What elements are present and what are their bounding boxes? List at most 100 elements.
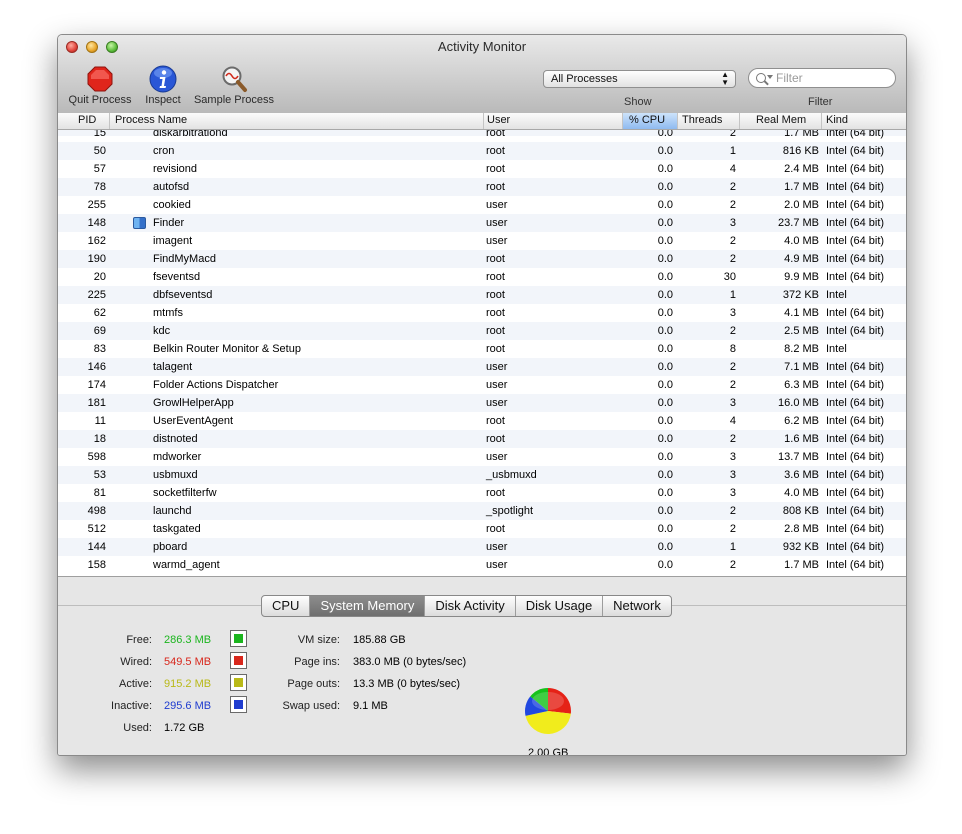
pie-gloss xyxy=(532,692,564,710)
table-row[interactable]: 498 launchd _spotlight 0.0 2 808 KB Intel (64 … xyxy=(58,502,906,520)
table-row[interactable]: 69 kdc root 0.0 2 2.5 MB Intel (64 bit) xyxy=(58,322,906,340)
pid-cell: 158 xyxy=(87,559,106,571)
process-name-cell: warmd_agent xyxy=(153,559,220,571)
threads-cell: 4 xyxy=(729,163,736,175)
page-ins-value: 383.0 MB (0 bytes/sec) xyxy=(353,656,467,668)
table-row[interactable]: 81 socketfilterfw root 0.0 3 4.0 MB Intel (64 … xyxy=(58,484,906,502)
table-row[interactable]: 255 cookied user 0.0 2 2.0 MB Intel (64 bit) xyxy=(58,196,906,214)
table-row[interactable]: 78 autofsd root 0.0 2 1.7 MB Intel (64 bit) xyxy=(58,178,906,196)
table-row[interactable]: 190 FindMyMacd root 0.0 2 4.9 MB Intel (64 bit… xyxy=(58,250,906,268)
sample-process-button[interactable]: Sample Process xyxy=(192,65,276,106)
tab-cpu[interactable]: CPU xyxy=(262,596,311,616)
column-threads[interactable]: Threads xyxy=(678,113,740,129)
column-process-name[interactable]: Process Name xyxy=(110,113,484,129)
cpu-cell: 0.0 xyxy=(657,559,673,571)
table-row[interactable]: 20 fseventsd root 0.0 30 9.9 MB Intel (64 bit) xyxy=(58,268,906,286)
kind-cell: Intel (64 bit) xyxy=(826,217,885,229)
table-row[interactable]: 174 Folder Actions Dispatcher user 0.0 2 6.3 … xyxy=(58,376,906,394)
real-mem-cell: 7.1 MB xyxy=(784,361,819,373)
inactive-color-swatch[interactable] xyxy=(230,696,247,713)
real-mem-cell: 2.0 MB xyxy=(784,199,819,211)
finder-icon xyxy=(133,217,146,229)
real-mem-cell: 2.4 MB xyxy=(784,163,819,175)
table-row[interactable]: 83 Belkin Router Monitor & Setup root 0.0 8 8… xyxy=(58,340,906,358)
table-row[interactable]: 53 usbmuxd _usbmuxd 0.0 3 3.6 MB Intel (64 bit… xyxy=(58,466,906,484)
pid-cell: 144 xyxy=(87,541,106,553)
process-name-cell: usbmuxd xyxy=(153,469,198,481)
table-row[interactable]: 181 GrowlHelperApp user 0.0 3 16.0 MB Intel (6… xyxy=(58,394,906,412)
quit-process-button[interactable]: Quit Process xyxy=(66,65,134,106)
column-cpu[interactable]: % CPU ▼ xyxy=(623,113,678,140)
real-mem-cell: 4.9 MB xyxy=(784,253,819,265)
active-color-swatch[interactable] xyxy=(230,674,247,691)
user-cell: user xyxy=(486,559,508,571)
show-label: Show xyxy=(624,96,652,108)
threads-cell: 3 xyxy=(729,469,736,481)
column-pid[interactable]: PID xyxy=(58,113,110,129)
table-row[interactable]: 512 taskgated root 0.0 2 2.8 MB Intel (64 bit) xyxy=(58,520,906,538)
column-user[interactable]: User xyxy=(484,113,623,129)
wired-color-swatch[interactable] xyxy=(230,652,247,669)
inactive-swatch-fill xyxy=(234,700,243,709)
table-row[interactable]: 225 dbfseventsd root 0.0 1 372 KB Intel xyxy=(58,286,906,304)
user-cell: user xyxy=(486,541,508,553)
table-row[interactable]: 18 distnoted root 0.0 2 1.6 MB Intel (64 bit) xyxy=(58,430,906,448)
inspect-button[interactable]: Inspect xyxy=(140,65,186,106)
threads-cell: 3 xyxy=(729,307,736,319)
user-cell: root xyxy=(486,487,505,499)
wired-value: 549.5 MB xyxy=(164,656,212,668)
user-cell: _usbmuxd xyxy=(486,469,537,481)
page-outs-value: 13.3 MB (0 bytes/sec) xyxy=(353,678,460,690)
pid-cell: 83 xyxy=(93,343,106,355)
pid-cell: 57 xyxy=(93,163,106,175)
filter-search-field[interactable]: Filter xyxy=(748,68,896,88)
process-name-cell: Finder xyxy=(153,217,185,229)
real-mem-cell: 4.0 MB xyxy=(784,235,819,247)
table-row[interactable]: 144 pboard user 0.0 1 932 KB Intel (64 bit) xyxy=(58,538,906,556)
table-row[interactable]: 62 mtmfs root 0.0 3 4.1 MB Intel (64 bit) xyxy=(58,304,906,322)
user-cell: root xyxy=(486,163,505,175)
user-cell: root xyxy=(486,523,505,535)
pid-cell: 190 xyxy=(87,253,106,265)
user-cell: user xyxy=(486,217,508,229)
show-processes-select[interactable]: All Processes ▲ ▼ xyxy=(543,70,736,88)
cpu-cell: 0.0 xyxy=(657,397,673,409)
user-cell: user xyxy=(486,379,508,391)
real-mem-cell: 372 KB xyxy=(782,289,819,301)
tab-system-memory[interactable]: System Memory xyxy=(310,596,426,616)
threads-cell: 3 xyxy=(729,397,736,409)
kind-cell: Intel (64 bit) xyxy=(826,505,885,517)
table-row[interactable]: 162 imagent user 0.0 2 4.0 MB Intel (64 bit) xyxy=(58,232,906,250)
threads-cell: 1 xyxy=(729,541,736,553)
tab-disk-usage[interactable]: Disk Usage xyxy=(516,596,604,616)
column-kind[interactable]: Kind xyxy=(822,113,906,129)
table-row[interactable]: 148 Finder user 0.0 3 23.7 MB Intel (64 bit) xyxy=(58,214,906,232)
process-name-cell: revisiond xyxy=(153,163,198,175)
cpu-cell: 0.0 xyxy=(657,379,673,391)
table-row[interactable]: 57 revisiond root 0.0 4 2.4 MB Intel (64 bit) xyxy=(58,160,906,178)
table-row[interactable]: 146 talagent user 0.0 2 7.1 MB Intel (64 bit) xyxy=(58,358,906,376)
cpu-cell: 0.0 xyxy=(657,145,673,157)
process-table[interactable]: 15 diskarbitrationd root 0.0 2 1.7 MB Intel (6… xyxy=(58,130,906,577)
tab-disk-activity[interactable]: Disk Activity xyxy=(425,596,516,616)
tab-network[interactable]: Network xyxy=(603,596,671,616)
user-cell: root xyxy=(486,433,505,445)
table-row[interactable]: 598 mdworker user 0.0 3 13.7 MB Intel (64 bit) xyxy=(58,448,906,466)
real-mem-cell: 808 KB xyxy=(782,505,819,517)
threads-cell: 2 xyxy=(729,325,736,337)
process-name-cell: Folder Actions Dispatcher xyxy=(153,379,279,391)
threads-cell: 30 xyxy=(723,271,736,283)
pid-cell: 18 xyxy=(93,433,106,445)
threads-cell: 8 xyxy=(729,343,736,355)
table-row[interactable]: 158 warmd_agent user 0.0 2 1.7 MB Intel (64 bi… xyxy=(58,556,906,574)
cpu-cell: 0.0 xyxy=(657,217,673,229)
table-row[interactable]: 50 cron root 0.0 1 816 KB Intel (64 bit) xyxy=(58,142,906,160)
pid-cell: 255 xyxy=(87,199,106,211)
table-row[interactable]: 15 diskarbitrationd root 0.0 2 1.7 MB Intel (6… xyxy=(58,130,906,142)
table-row[interactable]: 11 UserEventAgent root 0.0 4 6.2 MB Intel (64 … xyxy=(58,412,906,430)
real-mem-cell: 1.6 MB xyxy=(784,433,819,445)
real-mem-cell: 1.7 MB xyxy=(784,130,819,139)
column-real-mem[interactable]: Real Mem xyxy=(740,113,822,129)
real-mem-cell: 8.2 MB xyxy=(784,343,819,355)
free-color-swatch[interactable] xyxy=(230,630,247,647)
